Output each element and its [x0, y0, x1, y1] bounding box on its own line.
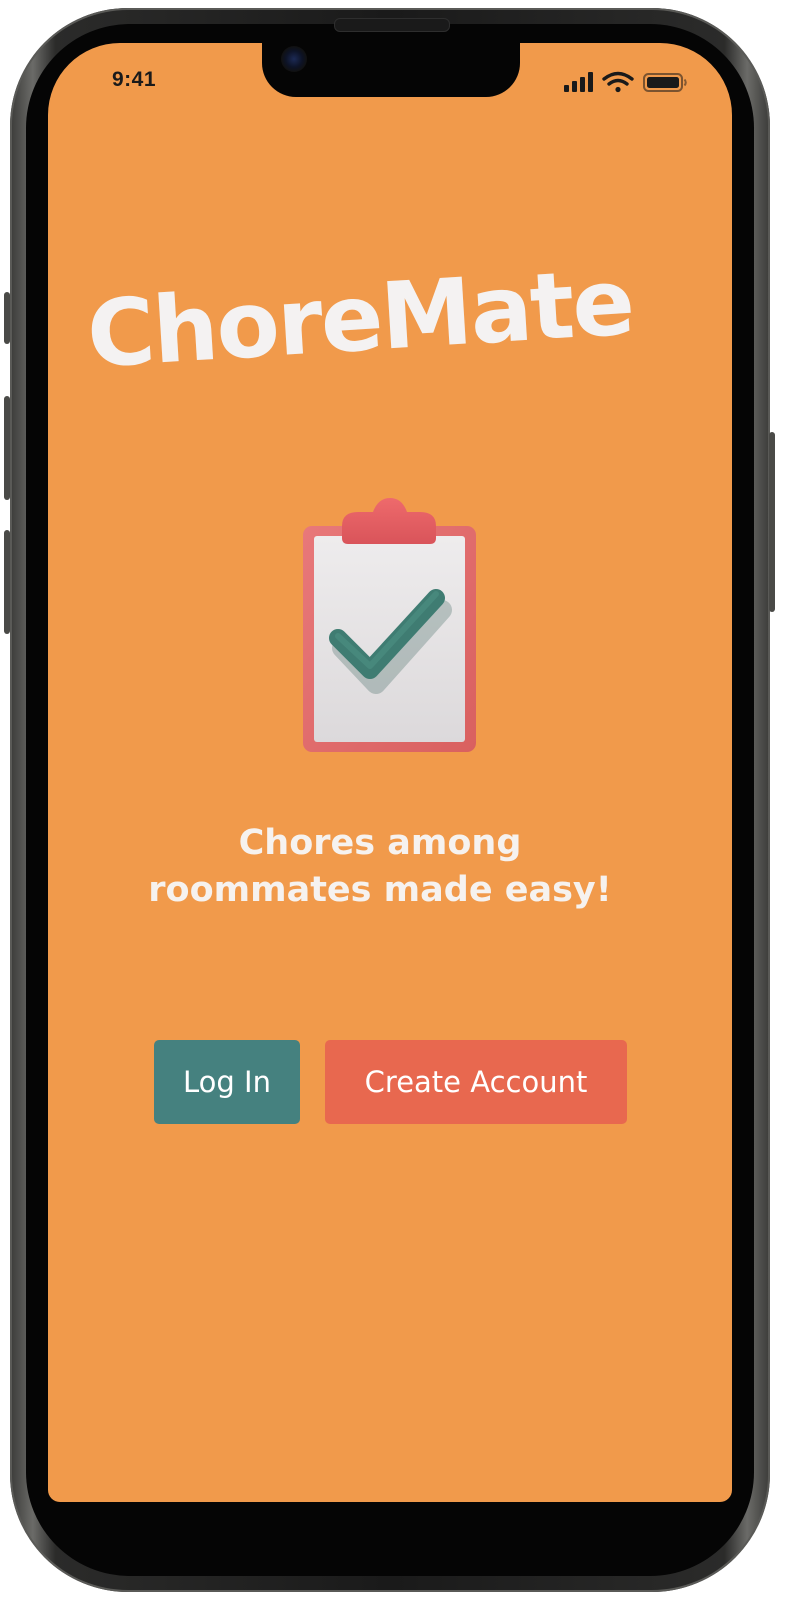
create-account-button[interactable]: Create Account	[325, 1040, 627, 1124]
wifi-icon	[602, 71, 634, 93]
front-camera	[281, 46, 307, 72]
clipboard-check-icon	[303, 498, 476, 752]
battery-icon	[643, 73, 687, 92]
volume-up-button	[4, 396, 10, 500]
tagline: Chores among roommates made easy!	[120, 820, 640, 914]
mute-switch	[4, 292, 10, 344]
speaker-grille	[334, 18, 450, 32]
login-button[interactable]: Log In	[154, 1040, 300, 1124]
tagline-line-2: roommates made easy!	[148, 870, 612, 910]
volume-down-button	[4, 530, 10, 634]
status-time: 9:41	[112, 68, 157, 91]
tagline-line-1: Chores among	[238, 823, 522, 863]
cellular-signal-icon	[564, 72, 593, 92]
power-button	[769, 432, 775, 612]
status-icons	[564, 71, 687, 93]
